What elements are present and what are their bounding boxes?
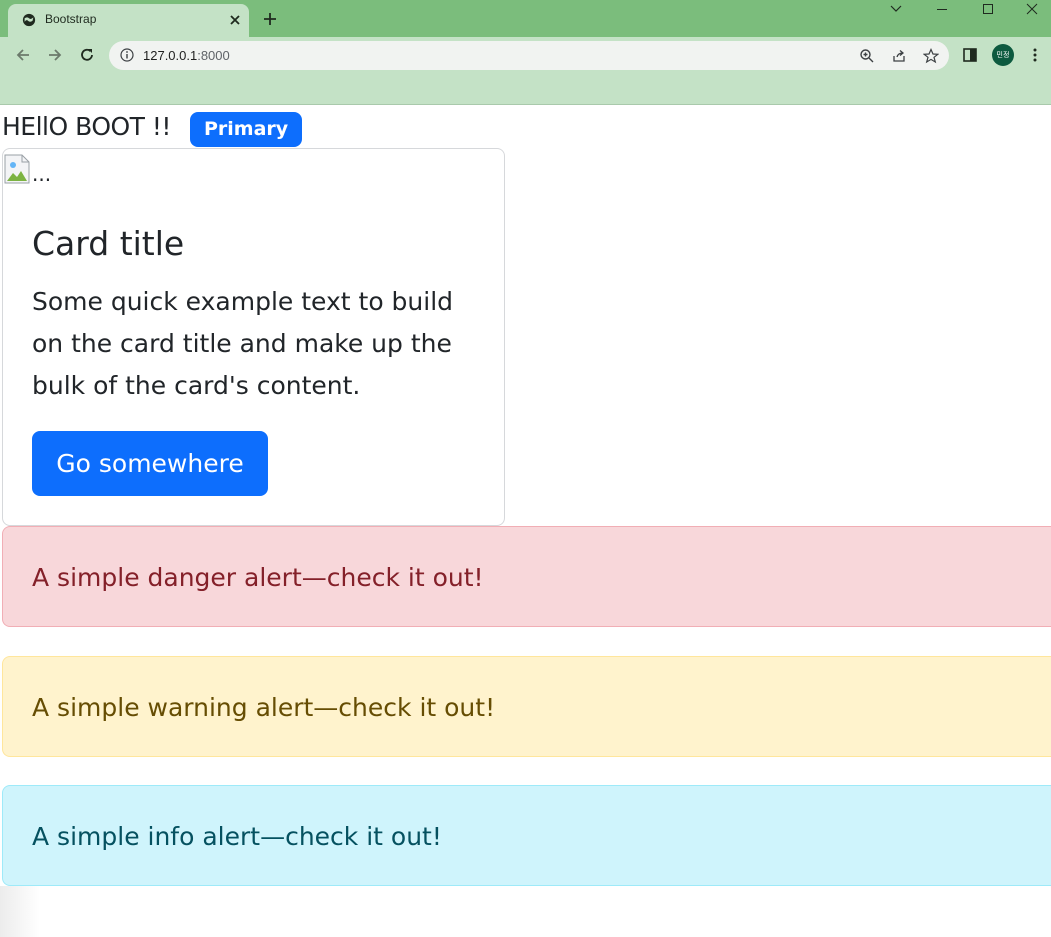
info-alert: A simple info alert—check it out! [2, 785, 1051, 886]
maximize-icon[interactable] [965, 0, 1011, 20]
broken-image-icon [4, 154, 30, 184]
browser-toolbar: 127.0.0.1:8000 [0, 37, 1051, 73]
browser-tab[interactable]: Bootstrap [8, 4, 249, 37]
primary-badge: Primary [190, 112, 303, 147]
tab-search-chevron-icon[interactable] [873, 0, 919, 20]
url-text[interactable]: 127.0.0.1:8000 [143, 48, 230, 63]
menu-kebab-icon[interactable] [1027, 47, 1043, 63]
close-window-icon[interactable] [1009, 0, 1051, 20]
share-icon[interactable] [891, 48, 907, 64]
card-image: ... [4, 150, 52, 186]
page-heading: HEllO BOOT !! [2, 112, 171, 141]
site-info-icon[interactable] [120, 48, 134, 62]
minimize-icon[interactable] [919, 0, 965, 20]
globe-icon [22, 13, 36, 27]
scroll-edge-shadow [0, 886, 40, 937]
go-somewhere-button[interactable]: Go somewhere [32, 431, 268, 496]
card-image-alt-text: ... [32, 162, 52, 186]
card: ... Card title Some quick example text t… [2, 148, 505, 526]
profile-avatar[interactable]: 민정 [992, 44, 1014, 66]
reload-icon[interactable] [78, 46, 96, 64]
back-arrow-icon[interactable] [14, 46, 32, 64]
side-panel-icon[interactable] [962, 47, 978, 63]
warning-alert: A simple warning alert—check it out! [2, 656, 1051, 757]
page-content: HEllO BOOT !! Primary ... Card title Som… [0, 106, 1051, 937]
address-bar[interactable]: 127.0.0.1:8000 [109, 41, 949, 70]
tab-title: Bootstrap [45, 12, 97, 26]
card-title: Card title [32, 224, 185, 263]
bookmarks-bar [0, 73, 1051, 105]
close-tab-icon[interactable] [227, 12, 243, 28]
title-bar: Bootstrap [0, 0, 1051, 37]
new-tab-icon[interactable] [262, 11, 278, 27]
forward-arrow-icon[interactable] [46, 46, 64, 64]
zoom-icon[interactable] [859, 48, 875, 64]
bookmark-star-icon[interactable] [923, 48, 939, 64]
card-text: Some quick example text to build on the … [32, 287, 454, 400]
danger-alert: A simple danger alert—check it out! [2, 526, 1051, 627]
